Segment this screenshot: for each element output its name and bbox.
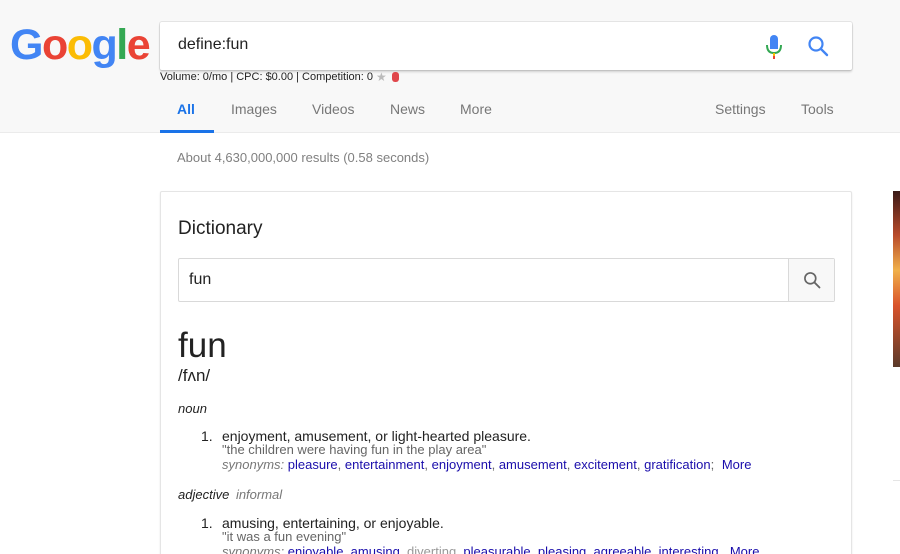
search-icon[interactable]	[806, 34, 830, 58]
star-icon[interactable]: ★	[376, 70, 387, 84]
dictionary-search-field[interactable]: fun	[178, 258, 835, 302]
synonym-link[interactable]: amusement	[499, 457, 567, 472]
logo-letter: o	[66, 21, 93, 69]
synonym-link[interactable]: pleasurable	[463, 544, 530, 554]
tab-all[interactable]: All	[177, 101, 195, 117]
header: Google define:fun Volume: 0/mo | CPC: $0…	[0, 0, 900, 133]
seo-metrics-text: Volume: 0/mo | CPC: $0.00 | Competition:…	[160, 71, 373, 83]
search-icon	[803, 272, 820, 289]
part-of-speech-adjective: adjective informal	[178, 487, 282, 502]
synonyms-label: synonyms:	[222, 544, 285, 554]
logo-letter: o	[41, 21, 68, 69]
sense-number: 1.	[201, 428, 213, 444]
dictionary-search-button[interactable]	[788, 259, 834, 301]
tab-images[interactable]: Images	[231, 101, 277, 117]
logo-letter: G	[10, 21, 43, 69]
result-stats: About 4,630,000,000 results (0.58 second…	[177, 150, 430, 165]
dictionary-search-input[interactable]: fun	[189, 271, 211, 289]
pronunciation: /fʌn/	[178, 366, 211, 385]
logo-letter: g	[91, 21, 118, 69]
tab-more[interactable]: More	[460, 101, 492, 117]
search-tabs: All Images Videos News More Settings Too…	[160, 101, 852, 133]
search-input[interactable]: define:fun	[178, 36, 248, 54]
tab-videos[interactable]: Videos	[312, 101, 355, 117]
divider	[893, 480, 900, 481]
synonym-link[interactable]: interesting	[659, 544, 719, 554]
search-box[interactable]: define:fun	[160, 22, 852, 70]
synonym-link[interactable]: pleasing	[538, 544, 586, 554]
sense-example: "the children were having fun in the pla…	[222, 442, 487, 457]
pos-label: noun	[178, 401, 207, 416]
synonym-link[interactable]: entertainment	[345, 457, 425, 472]
knowledge-panel-image[interactable]	[893, 191, 900, 367]
seo-metrics: Volume: 0/mo | CPC: $0.00 | Competition:…	[160, 70, 399, 84]
pos-label: adjective	[178, 487, 230, 502]
synonym-link[interactable]: gratification	[644, 457, 710, 472]
active-tab-indicator	[160, 130, 214, 133]
register-label: informal	[235, 487, 283, 502]
synonym-link[interactable]: excitement	[574, 457, 637, 472]
database-icon[interactable]	[391, 72, 399, 82]
logo-letter: l	[116, 21, 128, 69]
more-synonyms-link[interactable]: More	[722, 457, 752, 472]
synonym-text: diverting	[407, 544, 457, 554]
sense-number: 1.	[201, 515, 213, 531]
dictionary-card: Dictionary fun fun /fʌn/ noun 1. enjoyme…	[160, 191, 852, 554]
sense-example: "it was a fun evening"	[222, 529, 347, 544]
synonyms-label: synonyms:	[222, 457, 285, 472]
tab-news[interactable]: News	[390, 101, 425, 117]
card-title: Dictionary	[178, 218, 263, 239]
google-logo[interactable]: Google	[10, 21, 151, 69]
tab-tools[interactable]: Tools	[801, 101, 834, 117]
part-of-speech-noun: noun	[178, 401, 207, 416]
synonyms-line: synonyms: enjoyable, amusing, diverting,…	[222, 544, 759, 554]
tab-settings[interactable]: Settings	[715, 101, 766, 117]
headword: fun	[178, 326, 227, 365]
microphone-icon[interactable]	[765, 34, 783, 60]
synonyms-line: synonyms: pleasure, entertainment, enjoy…	[222, 457, 752, 472]
synonym-link[interactable]: enjoyment	[432, 457, 492, 472]
synonym-link[interactable]: agreeable	[594, 544, 652, 554]
more-synonyms-link[interactable]: More	[730, 544, 760, 554]
logo-letter: e	[126, 21, 151, 69]
synonym-link[interactable]: pleasure	[288, 457, 338, 472]
synonym-link[interactable]: enjoyable	[288, 544, 344, 554]
synonym-link[interactable]: amusing	[351, 544, 400, 554]
